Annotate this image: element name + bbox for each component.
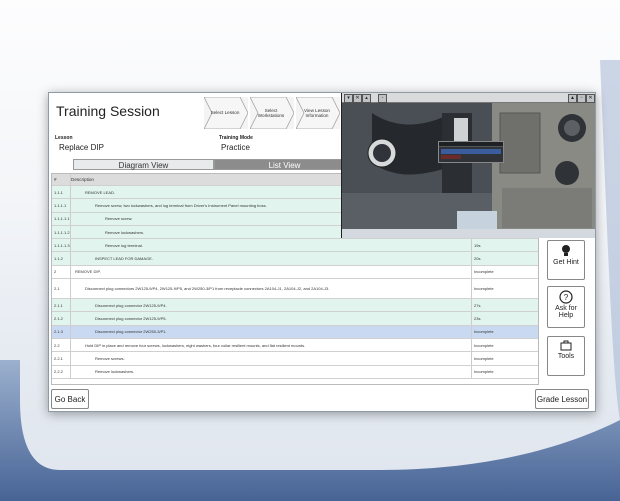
step-view-lesson-information[interactable]: View Lesson Information bbox=[296, 97, 340, 129]
table-row[interactable]: 2.1.2 Disconnect plug connector 2W125-9/P… bbox=[52, 312, 538, 326]
row-status: 27s bbox=[474, 302, 481, 308]
lesson-value: Replace DIP bbox=[59, 143, 104, 152]
row-number: 2.1.3 bbox=[52, 325, 71, 338]
row-number: 2.2.2 bbox=[52, 365, 71, 378]
training-mode-label: Training Mode bbox=[219, 135, 253, 141]
video-tool-5-icon[interactable]: ▲ bbox=[568, 94, 577, 103]
row-number: 2 bbox=[52, 265, 71, 279]
table-row[interactable]: 2.2.1 Remove screws. Incomplete bbox=[52, 352, 538, 366]
lesson-info: Lesson Replace DIP Training Mode Practic… bbox=[53, 135, 353, 157]
toolbox-icon bbox=[560, 340, 572, 351]
row-number: 1.1.2 bbox=[52, 252, 71, 265]
row-status: Incomplete bbox=[474, 269, 494, 275]
video-tool-4-icon[interactable]: ◦ bbox=[378, 94, 387, 103]
simulation-video-panel[interactable]: ▾ ✕ ▴ ◦ ▲ ▫ ✕ bbox=[341, 93, 595, 238]
row-description: Disconnect plug connector 2W125-9/P5. bbox=[71, 312, 472, 325]
row-description: REMOVE DIP. bbox=[71, 265, 472, 279]
video-tool-3-icon[interactable]: ▴ bbox=[362, 94, 371, 103]
row-description: INSPECT LEAD FOR DAMAGE. bbox=[71, 252, 472, 265]
step-select-lesson[interactable]: Select Lesson bbox=[204, 97, 248, 129]
get-hint-button[interactable]: Get Hint bbox=[547, 240, 585, 280]
svg-text:?: ? bbox=[564, 293, 569, 302]
tab-diagram-view[interactable]: Diagram View bbox=[73, 159, 214, 170]
table-row[interactable]: 2.1.1 Disconnect plug connector 2W125-9/P… bbox=[52, 299, 538, 313]
video-close-icon[interactable]: ✕ bbox=[586, 94, 595, 103]
row-status: 19s bbox=[474, 242, 481, 248]
video-tool-6-icon[interactable]: ▫ bbox=[577, 94, 586, 103]
lightbulb-icon bbox=[562, 245, 570, 256]
row-description: Disconnect plug connector 2W125-9/P4. bbox=[71, 299, 472, 312]
row-description: Remove lockwashers. bbox=[71, 365, 472, 378]
lesson-label: Lesson bbox=[55, 135, 73, 141]
row-status: Incomplete bbox=[474, 329, 494, 335]
go-back-button[interactable]: Go Back bbox=[51, 389, 89, 409]
table-row[interactable]: 2.1 Disconnect plug connectors 2W125-9/P4… bbox=[52, 279, 538, 300]
video-tool-2-icon[interactable]: ✕ bbox=[353, 94, 362, 103]
table-row[interactable]: 2.2 Hold DIP in place and remove four scr… bbox=[52, 338, 538, 353]
row-status: Incomplete bbox=[474, 286, 494, 292]
table-row[interactable]: 2.2.2 Remove lockwashers. Incomplete bbox=[52, 365, 538, 379]
step-breadcrumb: Select Lesson Select Workstations View L… bbox=[204, 97, 342, 129]
row-number: 2.1 bbox=[52, 279, 71, 299]
engine-scene-image bbox=[342, 93, 595, 238]
row-description: Disconnect plug connector 2W250-3/P1. bbox=[71, 325, 472, 338]
training-mode-value: Practice bbox=[221, 143, 250, 152]
row-description: Remove screws. bbox=[71, 352, 472, 365]
grade-lesson-button[interactable]: Grade Lesson bbox=[535, 389, 589, 409]
video-tool-1-icon[interactable]: ▾ bbox=[344, 94, 353, 103]
step-select-workstations[interactable]: Select Workstations bbox=[250, 97, 294, 129]
row-status: Incomplete bbox=[474, 342, 494, 348]
row-description: Disconnect plug connectors 2W125-9/P4, 2… bbox=[71, 279, 472, 299]
row-status: 23s bbox=[474, 316, 481, 322]
grid-header-number: # bbox=[52, 174, 71, 185]
view-tabs: Diagram View List View bbox=[73, 159, 355, 170]
table-row[interactable]: 2 REMOVE DIP. Incomplete bbox=[52, 265, 538, 280]
tools-button[interactable]: Tools bbox=[547, 336, 585, 376]
row-number: 1.1.1.1.3 bbox=[52, 239, 71, 252]
row-number: 2.1.1 bbox=[52, 299, 71, 312]
row-status: 20s bbox=[474, 256, 481, 262]
row-number: 2.1.2 bbox=[52, 312, 71, 325]
row-number: 1.1.1.1 bbox=[52, 199, 71, 212]
row-description: Hold DIP in place and remove four screws… bbox=[71, 338, 472, 352]
question-icon: ? bbox=[559, 290, 573, 304]
row-status: Incomplete bbox=[474, 355, 494, 361]
row-number: 1.1.1 bbox=[52, 186, 71, 199]
row-description: Remove lug terminal. bbox=[71, 239, 472, 252]
video-toolbar: ▾ ✕ ▴ ◦ ▲ ▫ ✕ bbox=[342, 93, 595, 103]
row-status: Incomplete bbox=[474, 369, 494, 375]
table-row[interactable]: 1.1.1.1.3 Remove lug terminal. 19s bbox=[52, 239, 538, 253]
row-number: 2.2 bbox=[52, 338, 71, 352]
row-number: 2.2.1 bbox=[52, 352, 71, 365]
training-session-window: Training Session Select Lesson Select Wo… bbox=[48, 92, 596, 412]
row-number: 1.1.1.1.2 bbox=[52, 225, 71, 239]
row-number: 1.1.1.1.1 bbox=[52, 212, 71, 225]
ask-for-help-button[interactable]: ? Ask for Help bbox=[547, 286, 585, 328]
table-row[interactable]: 1.1.2 INSPECT LEAD FOR DAMAGE. 20s bbox=[52, 252, 538, 266]
page-title: Training Session bbox=[56, 103, 160, 119]
tab-list-view[interactable]: List View bbox=[214, 159, 355, 170]
table-row[interactable]: 2.1.3 Disconnect plug connector 2W250-3/P… bbox=[52, 325, 538, 339]
context-popup[interactable] bbox=[438, 141, 504, 163]
